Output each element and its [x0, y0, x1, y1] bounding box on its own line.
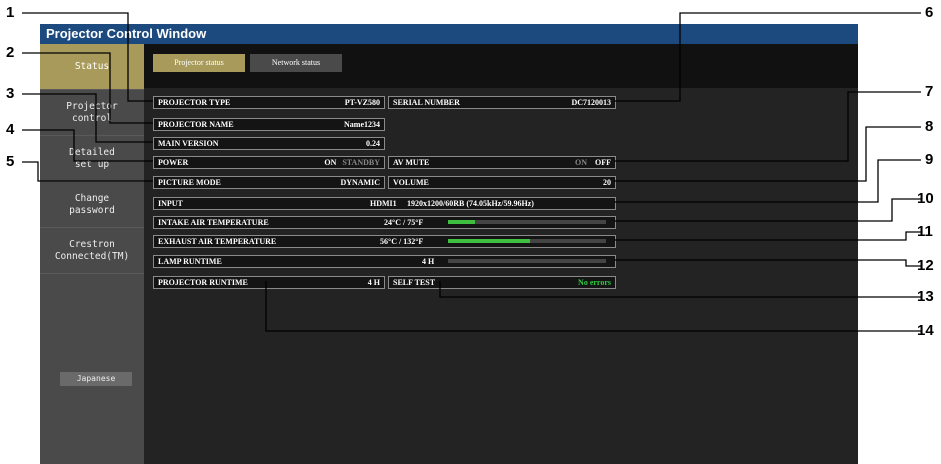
callout-4: 4 [6, 121, 15, 138]
callout-2: 2 [6, 44, 15, 61]
callout-13: 13 [917, 288, 934, 305]
callout-14: 14 [917, 322, 934, 339]
callout-1: 1 [6, 4, 15, 21]
callout-11: 11 [917, 223, 933, 240]
callout-7: 7 [925, 83, 934, 100]
callout-5: 5 [6, 153, 15, 170]
callout-10: 10 [917, 190, 934, 207]
callout-9: 9 [925, 151, 934, 168]
callout-8: 8 [925, 118, 934, 135]
callout-12: 12 [917, 257, 934, 274]
callout-leader-lines [22, 12, 921, 332]
callout-3: 3 [6, 85, 15, 102]
callout-6: 6 [925, 4, 934, 21]
